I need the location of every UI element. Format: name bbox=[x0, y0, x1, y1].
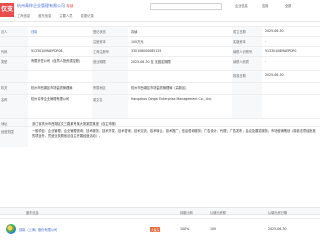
shareholder-avatar bbox=[6, 224, 16, 234]
col-ratio: 持股比例 bbox=[180, 211, 193, 215]
tab-0[interactable]: 工商信息 bbox=[17, 13, 30, 18]
info-row: 法人 钱晓 登记状态 存续 成立日期 2025-06-30 bbox=[0, 26, 320, 37]
address-row: 地址 浙江省杭州市西湖区文三路某号某大厦某层某室（自主申报） bbox=[0, 118, 320, 127]
top-bar: 仅支 杭州青梓企业管理有限公司 存续 工商信息 股东信息 主要人员 变更记录 企… bbox=[0, 0, 320, 22]
shareholder-ratio: 100% bbox=[180, 227, 190, 231]
field-value: Hangzhou Qingzi Enterprise Management Co… bbox=[131, 97, 212, 101]
info-row: 类型 有限责任公司（自然人投资或控股） 营业期限 2025-06-30 至 无固定期限… bbox=[0, 56, 320, 71]
field-value: 有限责任公司（自然人投资或控股） bbox=[31, 59, 82, 63]
company-name[interactable]: 杭州青梓企业管理有限公司 bbox=[17, 3, 65, 8]
field-value: 2025-06-30 至 无固定期限 bbox=[131, 60, 171, 64]
shareholder-row[interactable]: 钱晓（上海）股份有限公司 大股东 100% 100 2025-06-30 bbox=[0, 218, 320, 238]
col-date: 认缴出资日期 bbox=[268, 211, 288, 215]
shareholder-tag: 大股东 bbox=[150, 227, 161, 232]
field-value: - bbox=[265, 59, 267, 63]
shareholder-date: 2025-06-30 bbox=[268, 227, 287, 231]
tab-1[interactable]: 股东信息 bbox=[38, 13, 51, 18]
field-value: 杭州青梓企业管理有限公司 bbox=[31, 97, 70, 101]
nav-company-info[interactable]: 企业信息 bbox=[235, 3, 248, 8]
site-logo[interactable]: 仅支 bbox=[0, 3, 14, 17]
info-row: 注册资本 100万元 实缴资本 - bbox=[0, 36, 320, 47]
field-label: 营业期限 bbox=[92, 57, 128, 71]
field-label: 类型 bbox=[0, 57, 28, 71]
field-label bbox=[232, 95, 262, 119]
info-row: 机关 杭州市西湖区市场监督管理局 所属地区 杭州市西湖区市场监督管理局（高新区） bbox=[0, 82, 320, 95]
search-input[interactable] bbox=[150, 3, 222, 10]
shareholder-amount: 100 bbox=[210, 227, 217, 231]
nav-all[interactable]: 全部 bbox=[285, 3, 291, 8]
field-label: 名称 bbox=[0, 95, 28, 119]
shareholder-header: 股东信息 持股比例 认缴出资额 认缴出资日期 bbox=[0, 207, 320, 215]
tab-2[interactable]: 主要人员 bbox=[59, 13, 72, 18]
address-value: 浙江省杭州市西湖区文三路某号某大厦某层某室（自主申报） bbox=[32, 122, 119, 126]
col-amount: 认缴出资额 bbox=[210, 211, 226, 215]
tab-3[interactable]: 变更记录 bbox=[81, 13, 94, 18]
company-status-tag: 存续 bbox=[66, 4, 74, 8]
nav-apps[interactable]: 应用 bbox=[262, 3, 268, 8]
shareholder-name-link[interactable]: 钱晓（上海）股份有限公司 bbox=[19, 227, 119, 232]
scope-label: 经营范围 bbox=[0, 127, 28, 147]
tab-bar: 工商信息 股东信息 主要人员 变更记录 bbox=[17, 13, 94, 18]
info-row: 名称 杭州青梓企业管理有限公司 英文名 Hangzhou Qingzi Enterpr… bbox=[0, 94, 320, 119]
info-row: 核准日期 2025-06-30 bbox=[0, 70, 320, 83]
info-row: 代码 9133010MAEPDF08- 工商注册号 330108000085125 纳税… bbox=[0, 46, 320, 57]
company-name-link[interactable]: 杭州青梓企业管理有限公司 存续 bbox=[17, 3, 73, 9]
col-shareholder: 股东信息 bbox=[26, 211, 39, 215]
scope-value: 一般项目：企业管理；企业管理咨询；技术服务、技术开发、技术咨询、技术交流、技术转… bbox=[32, 129, 316, 138]
scope-row: 经营范围 一般项目：企业管理；企业管理咨询；技术服务、技术开发、技术咨询、技术交… bbox=[0, 126, 320, 147]
field-value bbox=[264, 95, 320, 119]
field-label: 纳税人资质 bbox=[232, 57, 262, 71]
field-label: 英文名 bbox=[92, 95, 128, 119]
